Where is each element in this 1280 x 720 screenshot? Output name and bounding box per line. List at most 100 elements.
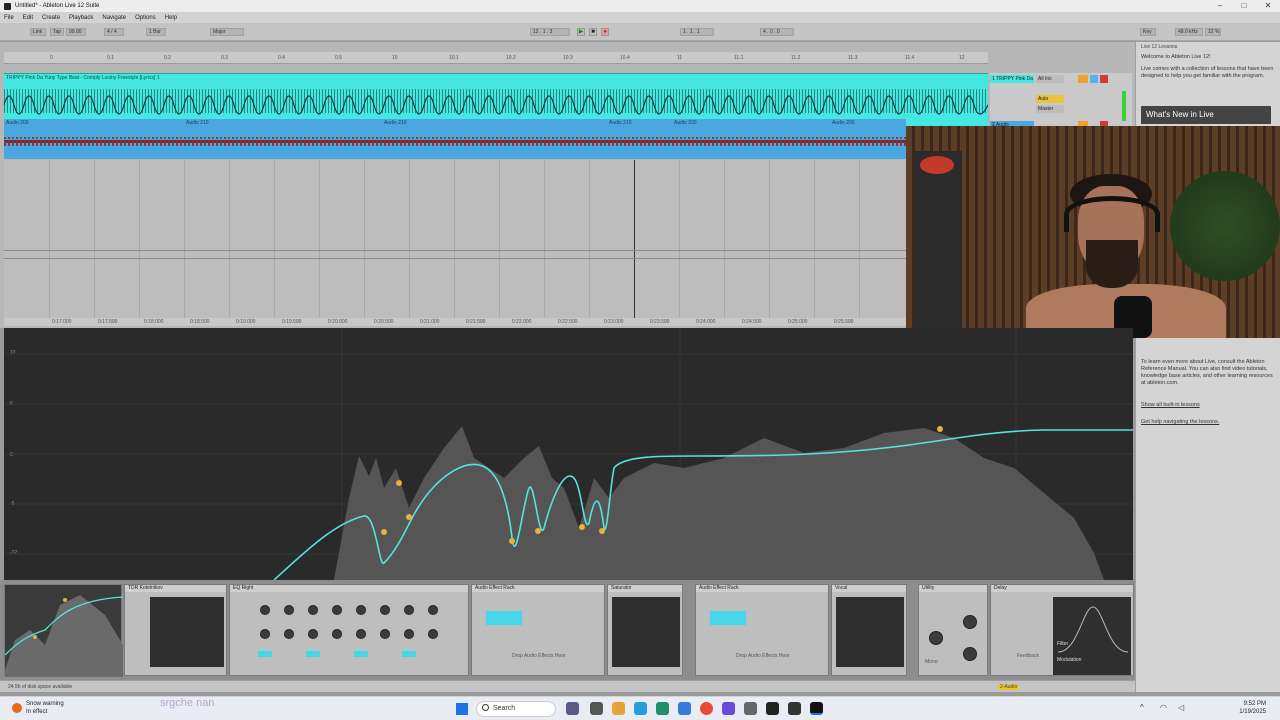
audio-effect-rack-1[interactable]: Audio Effect Rack Drop Audio Effects Her… <box>471 584 605 676</box>
sample-rate-display: 48.0 kHz <box>1175 28 1203 36</box>
device-title[interactable]: TDR Kotelnikov <box>125 585 226 592</box>
eq-right-device[interactable]: EQ Right <box>229 584 469 676</box>
time-label: 0:18.000 <box>144 319 164 325</box>
edge-icon[interactable] <box>634 702 647 715</box>
track1-header[interactable]: 1 TRIPPY Pink Da <box>990 75 1034 83</box>
time-ruler[interactable]: 0:17.000 0:17.500 0:18.000 0:18.500 0:19… <box>4 318 906 326</box>
help-welcome: Welcome to Ableton Live 12! <box>1141 54 1211 60</box>
maximize-button[interactable]: □ <box>1232 0 1256 12</box>
clip-label: Audio 200 <box>6 120 29 126</box>
menu-navigate[interactable]: Navigate <box>102 15 126 21</box>
mail-icon[interactable] <box>678 702 691 715</box>
menu-edit[interactable]: Edit <box>23 15 33 21</box>
status-message: 24.5h of disk space available <box>8 684 73 690</box>
capcut-icon[interactable] <box>788 702 801 715</box>
tempo-field[interactable]: 99.00 <box>66 28 86 36</box>
menu-help[interactable]: Help <box>165 15 177 21</box>
time-label: 0:23.000 <box>604 319 624 325</box>
menu-playback[interactable]: Playback <box>69 15 93 21</box>
key-map-button[interactable]: Key <box>1140 28 1156 36</box>
scale-key-menu[interactable]: Major <box>210 28 244 36</box>
tdr-device[interactable]: TDR Kotelnikov <box>124 584 227 676</box>
quantize-menu[interactable]: 1 Bar <box>146 28 166 36</box>
chrome-icon[interactable] <box>700 702 713 715</box>
file-explorer-icon[interactable] <box>612 702 625 715</box>
help-header: Live 12 Lessons <box>1141 44 1178 50</box>
audio-effect-rack-2[interactable]: Audio Effect Rack Drop Audio Effects Her… <box>695 584 829 676</box>
cpu-meter: 12 % <box>1205 28 1221 36</box>
feedback-label: Feedback <box>1017 653 1039 659</box>
track-activator[interactable] <box>1078 75 1088 83</box>
loop-start-field[interactable]: 1 . 1 . 1 <box>680 28 714 36</box>
arm-button[interactable] <box>1100 75 1108 83</box>
ableton-icon <box>4 2 11 10</box>
modulation-label: Modulation <box>1057 657 1082 663</box>
tray-chevron-icon[interactable]: ^ <box>1140 703 1144 712</box>
tap-tempo-button[interactable]: Tap <box>50 28 64 36</box>
mono-label: Mono <box>925 659 938 665</box>
eq8-mini-device[interactable] <box>4 584 124 677</box>
spectrum <box>334 426 1104 580</box>
whats-new-banner[interactable]: What's New in Live <box>1141 106 1271 124</box>
device-title[interactable]: Audio Effect Rack <box>472 585 604 592</box>
level-meter <box>1122 91 1126 121</box>
close-button[interactable]: ✕ <box>1256 0 1280 12</box>
output-select[interactable]: Master <box>1036 105 1064 113</box>
lessons-help-link[interactable]: Get help navigating the lessons. <box>1141 419 1276 426</box>
ruler-tick: 0.4 <box>278 55 285 61</box>
weather-title: Snow warning <box>26 701 64 707</box>
device-title[interactable]: Audio Effect Rack <box>696 585 828 592</box>
loop-length-field[interactable]: 4 . 0 . 0 <box>760 28 794 36</box>
selected-track[interactable]: 2-Audio <box>998 684 1020 690</box>
device-title[interactable]: Delay <box>991 585 1133 592</box>
device-title[interactable]: Utility <box>919 585 987 592</box>
eq-display[interactable]: 12 6 0 -6 -12 <box>4 328 1133 580</box>
solo-button[interactable] <box>1090 75 1098 83</box>
stop-button[interactable]: ■ <box>589 28 597 36</box>
show-all-lessons-link[interactable]: Show all built-in lessons <box>1141 402 1276 409</box>
record-button[interactable]: ● <box>601 28 609 36</box>
system-clock[interactable]: 9:52 PM 1/19/2025 <box>1239 700 1266 716</box>
empty-track-area[interactable] <box>4 160 906 318</box>
vocal-device[interactable]: Vocal <box>831 584 907 676</box>
obs-icon[interactable] <box>766 702 779 715</box>
utility-device[interactable]: Utility Mono <box>918 584 988 676</box>
ableton-taskbar-icon[interactable] <box>810 702 823 715</box>
wifi-icon[interactable]: ◠ <box>1160 703 1167 712</box>
discord-icon[interactable] <box>722 702 735 715</box>
time-label: 0:18.500 <box>190 319 210 325</box>
monitor-auto[interactable]: Auto <box>1036 95 1064 103</box>
ruler-tick: 11.3 <box>848 55 858 61</box>
window-title: Untitled* - Ableton Live 12 Suite <box>15 3 100 9</box>
ruler-tick: 11.4 <box>905 55 915 61</box>
delay-device[interactable]: Delay Filter Modulation Feedback <box>990 584 1134 676</box>
time-label: 0:25.000 <box>788 319 808 325</box>
time-label: 0:25.500 <box>834 319 854 325</box>
device-title[interactable]: Saturator <box>608 585 682 592</box>
ruler-tick: 12 <box>959 55 965 61</box>
device-title[interactable]: EQ Right <box>230 585 468 592</box>
menu-options[interactable]: Options <box>135 15 156 21</box>
windows-start-icon[interactable] <box>456 703 468 715</box>
minimize-button[interactable]: – <box>1208 0 1232 12</box>
saturator-device[interactable]: Saturator <box>607 584 683 676</box>
beat-ruler[interactable]: 0 0.1 0.2 0.3 0.4 0.5 10 10.1 10.2 10.3 … <box>4 52 988 64</box>
volume-icon[interactable]: ◁ <box>1178 703 1184 712</box>
settings-icon[interactable] <box>744 702 757 715</box>
device-title[interactable]: Vocal <box>832 585 906 592</box>
song-position-field[interactable]: 12 . 1 . 3 <box>530 28 570 36</box>
menu-create[interactable]: Create <box>42 15 60 21</box>
track2-clips[interactable]: Audio 200 Audio 210 Audio 210 Audio 210 … <box>4 119 906 159</box>
link-button[interactable]: Link <box>30 28 46 36</box>
task-view-icon[interactable] <box>566 702 579 715</box>
store-icon[interactable] <box>656 702 669 715</box>
time-label: 0:21.500 <box>466 319 486 325</box>
input-select[interactable]: All Ins <box>1036 75 1064 83</box>
time-signature-field[interactable]: 4 / 4 <box>104 28 124 36</box>
weather-widget[interactable]: Snow warning In effect <box>26 700 64 716</box>
eq8-mini-graph <box>4 595 124 677</box>
widgets-icon[interactable] <box>590 702 603 715</box>
filter-label: Filter <box>1057 641 1069 647</box>
menu-file[interactable]: File <box>4 15 14 21</box>
play-button[interactable]: ▶ <box>577 28 585 36</box>
